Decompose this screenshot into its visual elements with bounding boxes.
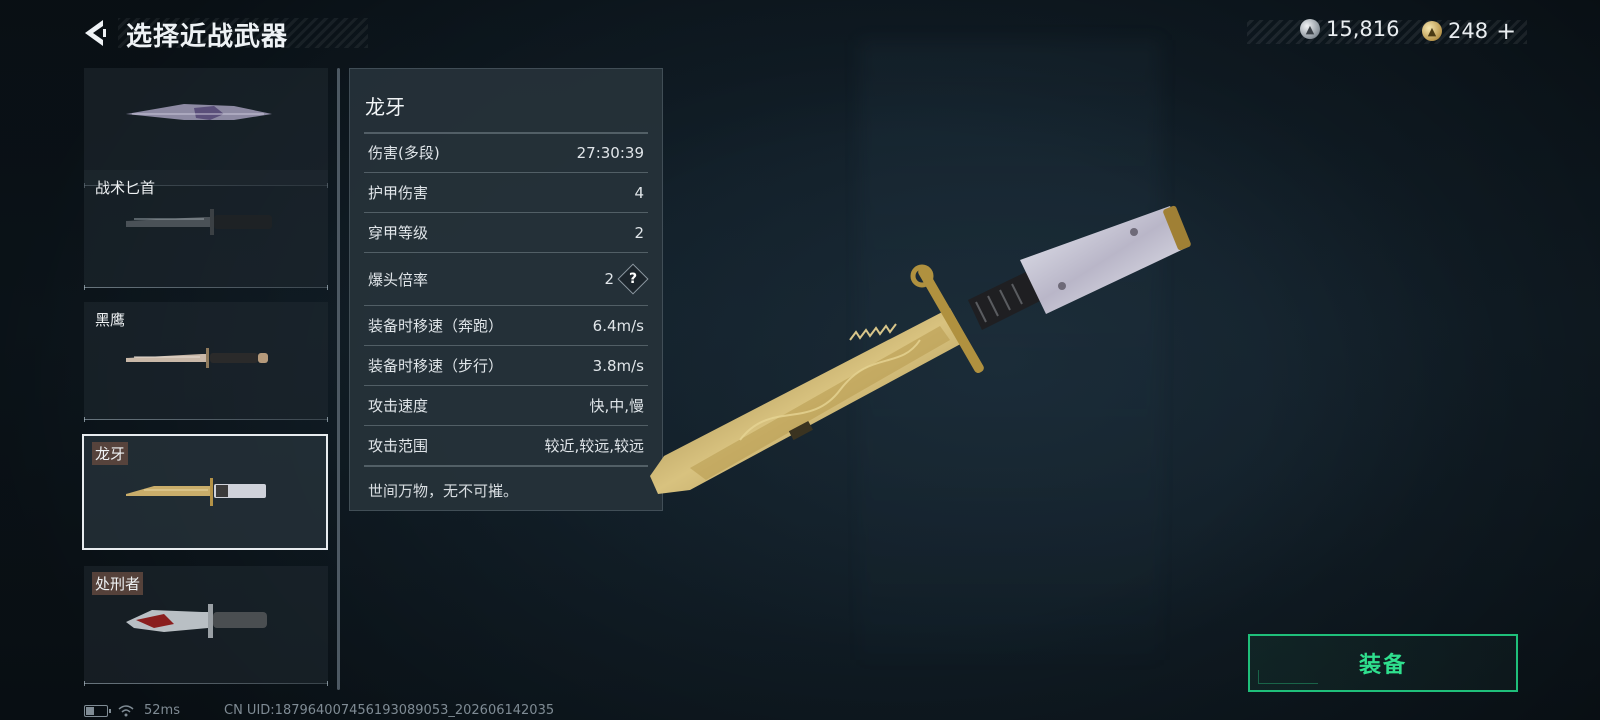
card-tick bbox=[327, 681, 328, 686]
weapon-detail-panel: 龙牙 伤害(多段) 27:30:39 护甲伤害 4 穿甲等级 2 爆头倍率 2 … bbox=[349, 68, 663, 511]
weapon-card-2[interactable]: 黑鹰 bbox=[84, 302, 328, 422]
stat-label: 装备时移速（奔跑） bbox=[368, 317, 504, 335]
detail-title: 龙牙 bbox=[365, 95, 405, 119]
detail-separator bbox=[364, 465, 648, 467]
button-decoration bbox=[1258, 670, 1318, 684]
knife-executioner-icon bbox=[126, 604, 267, 638]
chevron-left-icon bbox=[85, 20, 106, 46]
weapon-name: 龙牙 bbox=[92, 442, 129, 465]
stat-value: 6.4m/s bbox=[592, 316, 644, 335]
stat-row-headshot: 爆头倍率 2 ? bbox=[364, 253, 649, 305]
ping-text: 52ms bbox=[144, 703, 180, 718]
stat-value: 4 bbox=[634, 183, 644, 202]
stat-label: 装备时移速（步行） bbox=[368, 357, 504, 375]
stat-row-penetration: 穿甲等级 2 bbox=[364, 213, 648, 252]
knife-dragonfang-icon bbox=[126, 478, 266, 506]
weapon-list[interactable]: 战术匕首 黑鹰 龙牙 处刑者 bbox=[82, 68, 330, 686]
status-bar: 52ms bbox=[84, 703, 180, 718]
card-tick bbox=[84, 417, 85, 422]
weapon-name: 战术匕首 bbox=[95, 179, 156, 197]
weapon-name: 黑鹰 bbox=[95, 311, 126, 329]
add-currency-button[interactable]: + bbox=[1496, 17, 1516, 45]
weapon-list-scrollbar[interactable] bbox=[337, 68, 340, 690]
wifi-icon bbox=[118, 704, 134, 716]
weapon-name: 处刑者 bbox=[92, 572, 144, 595]
card-tick bbox=[327, 285, 328, 290]
weapon-card-4[interactable]: 处刑者 bbox=[84, 566, 328, 686]
knife-showcase-icon bbox=[650, 205, 1191, 494]
stat-label: 伤害(多段) bbox=[368, 144, 440, 162]
battery-icon bbox=[84, 704, 111, 717]
stat-row-run-speed: 装备时移速（奔跑） 6.4m/s bbox=[364, 306, 648, 345]
gold-currency[interactable]: ▲ 248 + bbox=[1422, 17, 1516, 45]
stat-value: 3.8m/s bbox=[592, 356, 644, 375]
weapon-showcase[interactable] bbox=[650, 190, 1210, 524]
card-tick bbox=[327, 417, 328, 422]
stat-value: 27:30:39 bbox=[576, 143, 644, 162]
stat-label: 攻击范围 bbox=[368, 437, 429, 455]
battery-level bbox=[86, 706, 94, 715]
stat-row-walk-speed: 装备时移速（步行） 3.8m/s bbox=[364, 346, 648, 385]
weapon-card-3-selected[interactable]: 龙牙 bbox=[82, 434, 328, 550]
uid-text: CN UID:18796400745619308905​3_2026061420… bbox=[224, 703, 555, 718]
back-button[interactable] bbox=[80, 17, 110, 49]
stat-value: 2 bbox=[634, 223, 644, 242]
gold-coin-icon: ▲ bbox=[1422, 21, 1442, 41]
knife-1-icon bbox=[126, 104, 272, 120]
stat-value-group: 2 ? bbox=[604, 263, 649, 295]
stat-label: 爆头倍率 bbox=[368, 270, 429, 289]
silver-amount: 15,816 bbox=[1326, 17, 1400, 41]
stat-label: 攻击速度 bbox=[368, 397, 429, 415]
stat-value: 快,中,慢 bbox=[589, 397, 644, 415]
gold-amount: 248 bbox=[1448, 19, 1489, 43]
stat-value: 2 bbox=[604, 270, 614, 288]
stat-row-damage: 伤害(多段) 27:30:39 bbox=[364, 133, 648, 172]
knife-tactical-icon bbox=[126, 209, 272, 235]
card-tick bbox=[84, 681, 85, 686]
silver-coin-icon: ▲ bbox=[1300, 19, 1320, 39]
weapon-card-1[interactable]: 战术匕首 bbox=[84, 170, 328, 290]
equip-button[interactable]: 装备 bbox=[1248, 634, 1518, 692]
stat-row-attack-speed: 攻击速度 快,中,慢 bbox=[364, 386, 648, 425]
page-title: 选择近战武器 bbox=[126, 22, 289, 52]
weapon-card-0[interactable] bbox=[84, 68, 328, 188]
card-underline bbox=[84, 287, 328, 288]
help-icon[interactable]: ? bbox=[617, 263, 649, 295]
card-tick bbox=[84, 285, 85, 290]
stat-label: 护甲伤害 bbox=[368, 184, 429, 202]
stat-label: 穿甲等级 bbox=[368, 224, 429, 242]
stat-row-armor-damage: 护甲伤害 4 bbox=[364, 173, 648, 212]
card-underline bbox=[84, 683, 328, 684]
equip-label: 装备 bbox=[1358, 653, 1407, 678]
card-underline bbox=[84, 419, 328, 420]
stat-row-attack-range: 攻击范围 较近,较远,较远 bbox=[364, 426, 648, 465]
weapon-description: 世间万物，无不可摧。 bbox=[368, 482, 519, 500]
silver-currency: ▲ 15,816 bbox=[1300, 17, 1399, 41]
knife-blackhawk-icon bbox=[126, 348, 268, 368]
stat-value: 较近,较远,较远 bbox=[544, 437, 644, 455]
